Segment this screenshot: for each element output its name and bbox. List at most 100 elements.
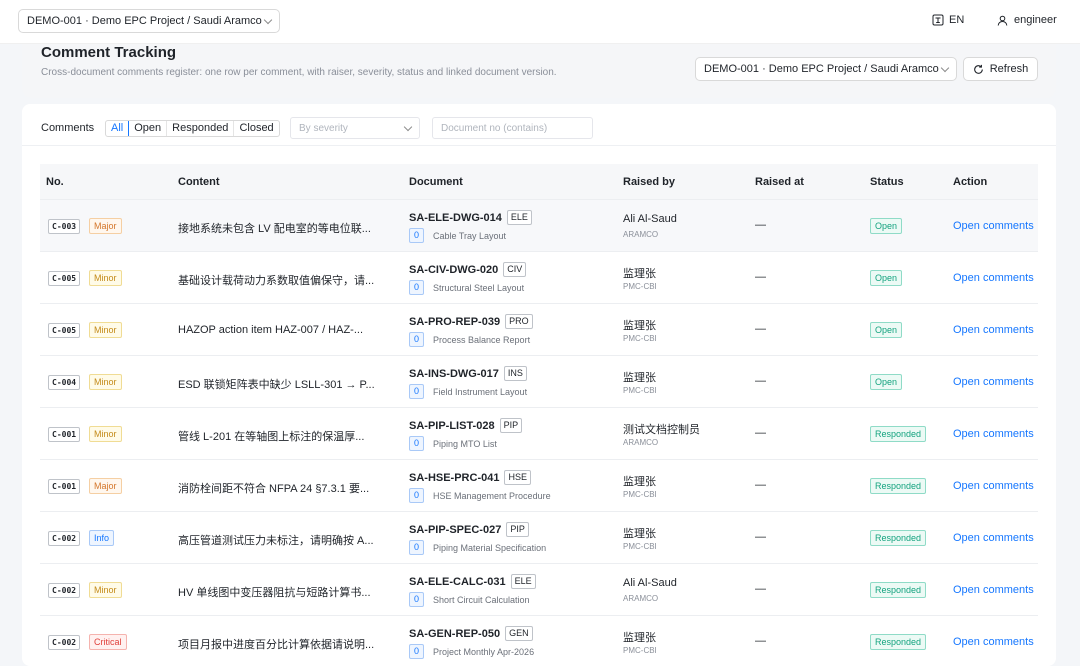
project-select[interactable]: DEMO-001 · Demo EPC Project / Saudi Aram…: [18, 9, 280, 33]
raiser-name: Ali Al-Saud: [623, 213, 677, 225]
discipline-tag: PIP: [506, 522, 529, 537]
user-icon: [997, 15, 1008, 26]
version-tag: 0: [409, 436, 425, 451]
document-number[interactable]: SA-PRO-REP-039: [409, 316, 500, 328]
open-comments-link[interactable]: Open comments: [953, 272, 1034, 284]
comments-table: No. Content Document Raised by Raised at…: [40, 164, 1038, 666]
column-header-document: Document: [409, 176, 463, 188]
document-number[interactable]: SA-ELE-CALC-031: [409, 576, 506, 588]
status-tag: Open: [870, 374, 903, 390]
severity-tag: Minor: [89, 322, 122, 338]
open-comments-link[interactable]: Open comments: [953, 584, 1034, 596]
version-tag: 0: [409, 280, 425, 295]
page-title: Comment Tracking: [41, 44, 177, 61]
document-cell: SA-HSE-PRC-041 HSE: [409, 470, 531, 485]
version-tag: 0: [409, 644, 425, 659]
column-header-action: Action: [953, 176, 988, 188]
filter-bar: Comments All Open Responded Closed By se…: [22, 104, 1056, 146]
document-number[interactable]: SA-PIP-LIST-028: [409, 420, 495, 432]
status-tag: Open: [870, 218, 903, 234]
status-tag: Responded: [870, 530, 927, 546]
severity-select[interactable]: By severity: [290, 117, 420, 139]
open-comments-link[interactable]: Open comments: [953, 428, 1034, 440]
document-title: Structural Steel Layout: [433, 282, 525, 293]
document-number[interactable]: SA-CIV-DWG-020: [409, 264, 498, 276]
raiser-name: 监理张: [623, 476, 656, 488]
status-tag: Open: [870, 270, 903, 286]
open-comments-link[interactable]: Open comments: [953, 480, 1034, 492]
raiser-name: 监理张: [623, 320, 656, 332]
open-comments-link[interactable]: Open comments: [953, 324, 1034, 336]
status-tag: Responded: [870, 634, 927, 650]
status-filter-responded[interactable]: Responded: [167, 121, 235, 136]
refresh-button[interactable]: Refresh: [963, 57, 1038, 81]
project-select-value: DEMO-001 · Demo EPC Project / Saudi Aram…: [27, 15, 265, 27]
column-header-raised-by: Raised by: [623, 176, 675, 188]
document-title: Piping MTO List: [433, 438, 497, 449]
table-row: C-001 Minor 管线 L-201 在等轴图上标注的保温厚... SA-P…: [40, 408, 1038, 460]
raised-at: —: [755, 219, 766, 231]
table-row: C-005 Minor HAZOP action item HAZ-007 / …: [40, 304, 1038, 356]
document-number[interactable]: SA-GEN-REP-050: [409, 628, 500, 640]
severity-tag: Minor: [89, 270, 122, 286]
table-row: C-002 Critical 项目月报中进度百分比计算依据请说明... SA-G…: [40, 616, 1038, 666]
version-tag: 0: [409, 332, 425, 347]
document-no-input[interactable]: [432, 117, 593, 139]
column-header-raised-at: Raised at: [755, 176, 804, 188]
refresh-label: Refresh: [989, 63, 1029, 75]
severity-tag: Info: [89, 530, 115, 546]
comment-id: C-001: [48, 479, 81, 494]
comment-id: C-003: [48, 219, 81, 234]
document-meta: 0 Structural Steel Layout: [409, 280, 524, 295]
status-filter-closed[interactable]: Closed: [234, 121, 278, 136]
table-body: C-003 Major 接地系统未包含 LV 配电室的等电位联... SA-EL…: [40, 200, 1038, 666]
status-tag: Responded: [870, 426, 927, 442]
comment-content: 高压管道测试压力未标注，请明确按 A...: [178, 535, 374, 547]
version-tag: 0: [409, 488, 425, 503]
raised-at: —: [755, 271, 766, 283]
discipline-tag: HSE: [504, 470, 531, 485]
open-comments-link[interactable]: Open comments: [953, 376, 1034, 388]
comment-content: HAZOP action item HAZ-007 / HAZ-...: [178, 324, 364, 336]
open-comments-link[interactable]: Open comments: [953, 220, 1034, 232]
page-header: Comment Tracking Cross-document comments…: [22, 44, 1056, 98]
language-label: EN: [949, 14, 965, 26]
chevron-down-icon: [940, 63, 950, 72]
raiser-name: 监理张: [623, 528, 656, 540]
open-comments-link[interactable]: Open comments: [953, 532, 1034, 544]
document-meta: 0 Piping Material Specification: [409, 540, 546, 555]
status-filter-open[interactable]: Open: [129, 121, 168, 136]
document-number[interactable]: SA-ELE-DWG-014: [409, 212, 502, 224]
comment-content: ESD 联锁矩阵表中缺少 LSLL-301 → P...: [178, 379, 375, 391]
raised-at: —: [755, 427, 766, 439]
document-meta: 0 Piping MTO List: [409, 436, 497, 451]
document-number[interactable]: SA-PIP-SPEC-027: [409, 524, 501, 536]
header-project-select[interactable]: DEMO-001 · Demo EPC Project / Saudi Aram…: [695, 57, 957, 81]
table-row: C-002 Minor HV 单线图中变压器阻抗与短路计算书... SA-ELE…: [40, 564, 1038, 616]
language-switch[interactable]: EN: [932, 14, 964, 26]
raiser-org: ARAMCO: [623, 438, 659, 447]
document-cell: SA-PRO-REP-039 PRO: [409, 314, 533, 329]
open-comments-link[interactable]: Open comments: [953, 636, 1034, 648]
raised-at: —: [755, 375, 766, 387]
raiser-name: 监理张: [623, 372, 656, 384]
table-row: C-001 Major 消防栓间距不符合 NFPA 24 §7.3.1 要...…: [40, 460, 1038, 512]
comment-content: 管线 L-201 在等轴图上标注的保温厚...: [178, 431, 365, 443]
status-tag: Open: [870, 322, 903, 338]
document-meta: 0 Process Balance Report: [409, 332, 530, 347]
raiser-org: PMC-CBI: [623, 386, 657, 395]
status-filter-segmented: All Open Responded Closed: [105, 120, 280, 137]
raiser-org: ARAMCO: [623, 230, 659, 239]
user-menu[interactable]: engineer: [997, 14, 1057, 26]
page-subtitle: Cross-document comments register: one ro…: [41, 67, 557, 78]
status-filter-all[interactable]: All: [105, 121, 130, 136]
document-cell: SA-ELE-CALC-031 ELE: [409, 574, 536, 589]
document-title: Field Instrument Layout: [433, 386, 528, 397]
content-area: Comment Tracking Cross-document comments…: [0, 44, 1080, 666]
severity-tag: Major: [89, 478, 122, 494]
document-meta: 0 HSE Management Procedure: [409, 488, 551, 503]
document-number[interactable]: SA-INS-DWG-017: [409, 368, 499, 380]
comment-id: C-002: [48, 531, 81, 546]
comment-id: C-005: [48, 271, 81, 286]
document-number[interactable]: SA-HSE-PRC-041: [409, 472, 499, 484]
